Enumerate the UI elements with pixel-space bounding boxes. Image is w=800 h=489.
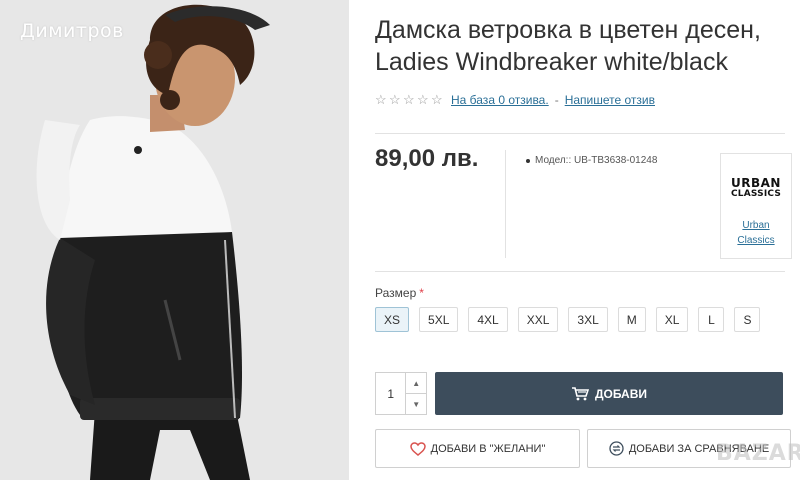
quantity-stepper: 1 ▲ ▼: [375, 372, 427, 415]
size-option-xl[interactable]: XL: [655, 307, 689, 332]
product-title-line1: Дамска ветровка в цветен десен,: [375, 16, 761, 44]
heart-icon: [409, 441, 426, 456]
size-option-s[interactable]: S: [734, 307, 761, 332]
size-option-xxl[interactable]: XXL: [517, 307, 559, 332]
brand-logo[interactable]: URBAN CLASSICS: [721, 176, 791, 200]
add-to-wishlist-button[interactable]: ДОБАВИ В "ЖЕЛАНИ": [375, 429, 580, 468]
quantity-arrows: ▲ ▼: [405, 373, 426, 414]
size-option-l[interactable]: L: [698, 307, 725, 332]
size-label: Размер *: [375, 286, 424, 300]
quantity-down-button[interactable]: ▼: [406, 394, 426, 414]
add-to-cart-button[interactable]: ДОБАВИ: [435, 372, 783, 415]
required-mark: *: [419, 286, 424, 300]
quantity-input[interactable]: 1: [376, 373, 405, 414]
star-outline-icon: ☆: [375, 92, 387, 107]
brand-logo-line2: CLASSICS: [730, 189, 782, 199]
rating-stars: ☆ ☆ ☆ ☆ ☆: [375, 92, 443, 107]
product-model-text: Модел:: UB-TB3638-01248: [535, 155, 658, 166]
add-to-wishlist-label: ДОБАВИ В "ЖЕЛАНИ": [430, 442, 546, 455]
rating-row: ☆ ☆ ☆ ☆ ☆ На база 0 отзива. - Напишете о…: [375, 92, 655, 108]
star-outline-icon: ☆: [403, 92, 415, 107]
star-outline-icon: ☆: [389, 92, 401, 107]
brand-logo-line1: URBAN: [731, 176, 781, 190]
rating-separator: -: [554, 93, 559, 107]
product-photo-illustration: [0, 0, 349, 480]
cart-icon: [571, 386, 589, 401]
brand-box[interactable]: URBAN CLASSICS Urban Classics: [720, 153, 792, 259]
size-options: XS 5XL 4XL XXL 3XL M XL L S: [375, 307, 770, 332]
add-to-cart-label: ДОБАВИ: [594, 386, 647, 401]
write-review-link[interactable]: Напишете отзив: [565, 93, 655, 107]
divider: [375, 271, 785, 272]
brand-link[interactable]: Urban Classics: [721, 218, 791, 248]
divider: [375, 133, 785, 134]
brand-link-line1: Urban: [742, 220, 770, 231]
compare-icon: [609, 441, 624, 456]
watermark-username: Димитров: [20, 20, 124, 42]
vertical-divider: [505, 150, 506, 258]
size-option-xs[interactable]: XS: [375, 307, 410, 332]
size-option-4xl[interactable]: 4XL: [468, 307, 508, 332]
bullet-icon: [526, 158, 530, 163]
quantity-up-button[interactable]: ▲: [406, 373, 426, 394]
product-price: 89,00 лв.: [375, 145, 479, 172]
size-option-3xl[interactable]: 3XL: [568, 307, 608, 332]
size-option-m[interactable]: M: [617, 307, 646, 332]
size-option-5xl[interactable]: 5XL: [419, 307, 459, 332]
star-outline-icon: ☆: [431, 92, 443, 107]
product-title: Дамска ветровка в цветен десен, Ladies W…: [375, 14, 785, 78]
product-title-line2: Ladies Windbreaker white/black: [375, 48, 728, 76]
corner-watermark-logo: BAZAR: [716, 441, 800, 466]
star-outline-icon: ☆: [417, 92, 429, 107]
product-image[interactable]: Димитров: [0, 0, 349, 480]
reviews-count-link[interactable]: На база 0 отзива.: [451, 93, 549, 107]
product-model: Модел:: UB-TB3638-01248: [526, 155, 657, 166]
brand-link-line2: Classics: [737, 235, 775, 246]
size-label-text: Размер: [375, 286, 417, 300]
